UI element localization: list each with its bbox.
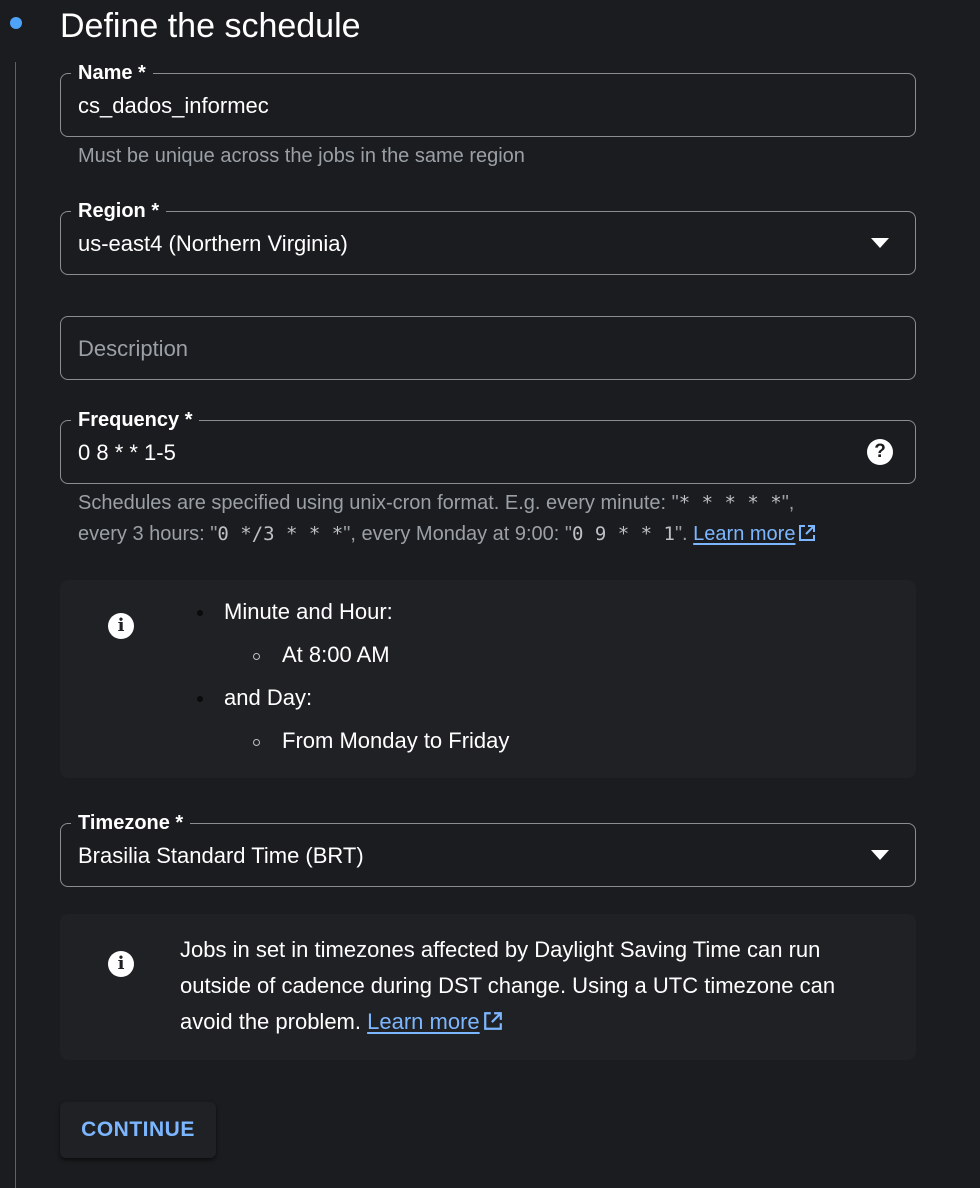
frequency-learn-more-link[interactable]: Learn more <box>693 523 795 545</box>
bullet <box>197 696 203 702</box>
dst-learn-more-link[interactable]: Learn more <box>367 1009 480 1034</box>
learn-more-label: Learn more <box>367 1009 480 1034</box>
external-link-icon[interactable] <box>483 1011 503 1031</box>
cron-day-label: and Day: <box>224 685 313 710</box>
description-input[interactable]: Description <box>78 334 188 364</box>
learn-more-label: Learn more <box>693 523 796 545</box>
frequency-hint: Schedules are specified using unix-cron … <box>78 488 918 550</box>
timezone-value: Brasilia Standard Time (BRT) <box>78 843 364 868</box>
step-title: Define the schedule <box>60 7 361 45</box>
description-field[interactable]: Description <box>60 316 916 380</box>
timezone-select[interactable]: Timezone * Brasilia Standard Time (BRT) <box>60 809 916 887</box>
frequency-hint-text: every 3 hours: " <box>78 523 218 545</box>
sub-bullet <box>253 739 260 746</box>
name-hint: Must be unique across the jobs in the sa… <box>78 145 525 167</box>
step-connector-line <box>15 62 16 1188</box>
chevron-down-icon[interactable] <box>871 850 889 860</box>
cron-description-panel: i Minute and Hour: At 8:00 AM and Day: F… <box>60 580 916 778</box>
info-icon: i <box>108 613 134 639</box>
name-input[interactable]: cs_dados_informec <box>78 91 269 121</box>
name-field-label: Name * <box>71 59 153 87</box>
step-indicator-dot <box>10 17 22 29</box>
external-link-icon[interactable] <box>798 524 816 542</box>
cron-example-monday: 0 9 * * 1 <box>572 523 675 545</box>
region-field-label: Region * <box>71 197 167 225</box>
chevron-down-icon[interactable] <box>871 238 889 248</box>
dst-notice-panel: i Jobs in set in timezones affected by D… <box>60 914 916 1060</box>
cron-example-every-minute: * * * * * <box>678 492 782 514</box>
frequency-field[interactable]: Frequency * 0 8 * * 1-5 ? <box>60 406 916 484</box>
bullet <box>197 610 203 616</box>
schedule-step: Define the schedule Name * cs_dados_info… <box>0 0 980 1188</box>
frequency-hint-text: ", <box>781 492 795 514</box>
frequency-field-label: Frequency * <box>71 406 200 434</box>
cron-minute-hour-value: At 8:00 AM <box>282 642 390 667</box>
region-value: us-east4 (Northern Virginia) <box>78 231 348 256</box>
name-field[interactable]: Name * cs_dados_informec <box>60 59 916 137</box>
frequency-input[interactable]: 0 8 * * 1-5 <box>78 438 176 468</box>
info-icon: i <box>108 951 134 977</box>
help-icon[interactable]: ? <box>867 439 893 465</box>
cron-example-every-3-hours: 0 */3 * * * <box>217 523 344 545</box>
continue-button[interactable]: CONTINUE <box>60 1102 216 1158</box>
region-select[interactable]: Region * us-east4 (Northern Virginia) <box>60 197 916 275</box>
dst-notice-message: Jobs in set in timezones affected by Day… <box>180 937 836 1034</box>
cron-day-value: From Monday to Friday <box>282 728 510 753</box>
frequency-hint-text: Schedules are specified using unix-cron … <box>78 492 679 514</box>
cron-minute-hour-label: Minute and Hour: <box>224 599 393 624</box>
frequency-hint-text: ". <box>674 523 688 545</box>
timezone-field-label: Timezone * <box>71 809 191 837</box>
frequency-hint-text: ", every Monday at 9:00: " <box>343 523 572 545</box>
sub-bullet <box>253 653 260 660</box>
dst-notice-text: Jobs in set in timezones affected by Day… <box>180 932 890 1040</box>
